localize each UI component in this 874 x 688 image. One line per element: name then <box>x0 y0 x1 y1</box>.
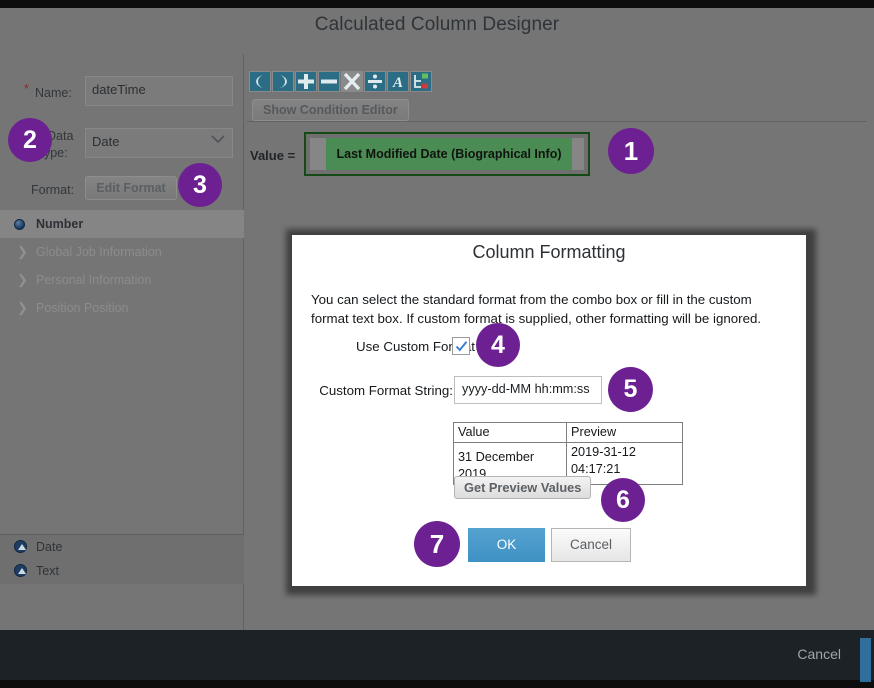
show-condition-editor-button[interactable]: Show Condition Editor <box>252 99 409 121</box>
callout-badge-7: 7 <box>414 521 460 567</box>
callout-badge-4: 4 <box>476 323 520 367</box>
dialog-title: Column Formatting <box>472 242 626 262</box>
column-formatting-dialog: Column Formatting You can select the sta… <box>292 235 806 586</box>
vertical-scrollbar-thumb[interactable] <box>860 638 871 682</box>
footer-bar: Cancel <box>0 630 874 680</box>
column-header-value: Value <box>453 422 567 443</box>
left-paren-icon[interactable] <box>249 71 271 92</box>
tree-item-position-position[interactable]: ❯ Position Position <box>0 294 244 322</box>
name-input[interactable]: dateTime <box>85 76 233 106</box>
operator-toolbar: A Show Condition Editor <box>247 54 867 122</box>
value-token-container[interactable]: Last Modified Date (Biographical Info) <box>304 132 590 176</box>
multiply-icon[interactable] <box>341 71 363 92</box>
name-required-marker: * <box>24 81 30 96</box>
format-label: Format: <box>31 183 75 197</box>
divide-icon[interactable] <box>364 71 386 92</box>
get-preview-values-button[interactable]: Get Preview Values <box>454 476 592 499</box>
tree-item-label: Position Position <box>36 301 129 315</box>
cancel-button[interactable]: Cancel <box>551 528 631 562</box>
tree-item-global-job-information[interactable]: ❯ Global Job Information <box>0 238 244 266</box>
chevron-right-icon[interactable]: ❯ <box>17 245 28 258</box>
plus-icon[interactable] <box>295 71 317 92</box>
custom-format-string-input[interactable]: yyyy-dd-MM hh:mm:ss <box>454 376 602 404</box>
name-label: Name: <box>35 86 72 100</box>
chevron-down-icon <box>211 135 225 144</box>
page-title: Calculated Column Designer <box>314 14 560 35</box>
chevron-right-icon[interactable]: ❯ <box>17 273 28 286</box>
right-paren-icon[interactable] <box>272 71 294 92</box>
value-equals-label: Value = <box>250 148 296 163</box>
field-tree: Number ❯ Global Job Information ❯ Person… <box>0 210 244 526</box>
list-item-date[interactable]: Date <box>0 535 244 559</box>
use-custom-format-checkbox[interactable] <box>452 337 470 355</box>
data-type-value: Date <box>92 134 120 149</box>
tree-item-label: Global Job Information <box>36 245 162 259</box>
svg-text:A: A <box>392 75 403 91</box>
checkmark-icon <box>455 341 468 352</box>
structure-icon[interactable] <box>410 71 432 92</box>
custom-format-string-label: Custom Format String: <box>319 383 453 398</box>
ok-button[interactable]: OK <box>468 528 545 562</box>
cell-preview-line1: 2019-31-12 <box>571 445 636 459</box>
type-date-icon <box>14 540 27 553</box>
tree-item-personal-information[interactable]: ❯ Personal Information <box>0 266 244 294</box>
list-item-label: Text <box>36 564 59 578</box>
callout-badge-2: 2 <box>8 118 52 162</box>
token-drag-handle-left[interactable] <box>310 138 326 170</box>
value-token[interactable]: Last Modified Date (Biographical Info) <box>326 138 572 170</box>
data-type-list: Date Text <box>0 534 244 584</box>
type-text-icon <box>14 564 27 577</box>
column-header-preview: Preview <box>566 422 683 443</box>
edit-format-button[interactable]: Edit Format <box>85 176 177 200</box>
callout-badge-1: 1 <box>608 128 654 174</box>
callout-badge-6: 6 <box>601 478 645 522</box>
token-drag-handle-right[interactable] <box>572 138 584 170</box>
footer-cancel-link[interactable]: Cancel <box>797 646 841 662</box>
tree-item-label: Number <box>36 217 84 231</box>
table-header-row: Value Preview <box>453 422 683 443</box>
minus-icon[interactable] <box>318 71 340 92</box>
tree-item-label: Personal Information <box>36 273 152 287</box>
callout-badge-3: 3 <box>178 163 222 207</box>
window-title-bar: Calculated Column Designer <box>0 8 874 54</box>
sphere-icon <box>14 219 25 230</box>
operator-icon-group: A <box>249 71 432 92</box>
dialog-description: You can select the standard format from … <box>311 292 762 326</box>
tree-item-number[interactable]: Number <box>0 210 244 238</box>
data-type-select[interactable]: Date <box>85 128 233 158</box>
chevron-right-icon[interactable]: ❯ <box>17 301 28 314</box>
callout-badge-5: 5 <box>608 367 653 412</box>
value-expression-row: Value = Last Modified Date (Biographical… <box>247 132 867 192</box>
italic-a-icon[interactable]: A <box>387 71 409 92</box>
list-item-text[interactable]: Text <box>0 559 244 583</box>
screenshot-root: Calculated Column Designer * Name: dateT… <box>0 0 874 688</box>
list-item-label: Date <box>36 540 63 554</box>
